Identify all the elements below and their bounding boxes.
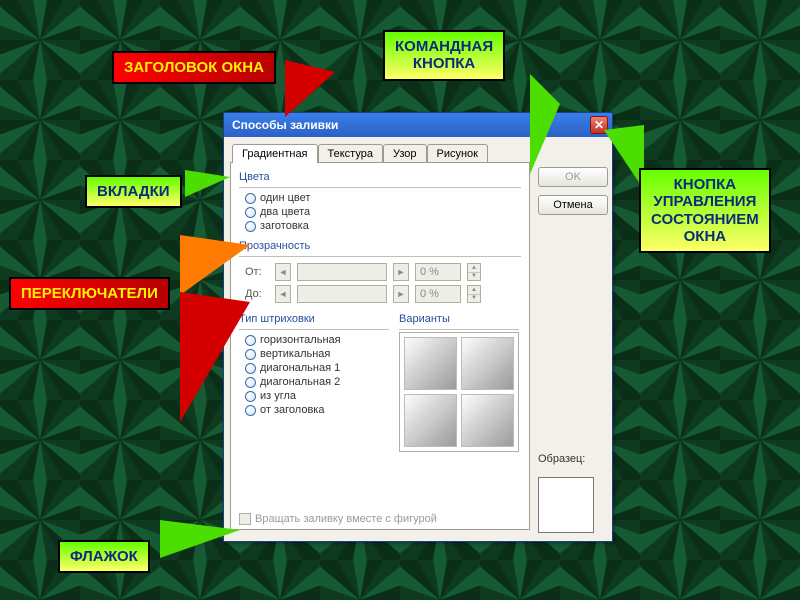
transparency-from-row: От: ◄ ► 0 % ▲▼	[245, 263, 521, 281]
radio-label: горизонтальная	[260, 334, 341, 346]
sample-label: Образец:	[538, 453, 608, 465]
group-hatching-title: Тип штриховки	[239, 313, 389, 325]
radio-diag2[interactable]: диагональная 2	[245, 376, 389, 388]
slider-right-button[interactable]: ►	[393, 285, 409, 303]
sample-preview	[538, 477, 594, 533]
radio-label: заготовка	[260, 220, 309, 232]
radio-one-color[interactable]: один цвет	[245, 192, 521, 204]
window-title: Способы заливки	[232, 118, 338, 132]
group-transparency-title: Прозрачность	[239, 240, 521, 252]
radio-icon	[245, 221, 256, 232]
transparency-to-row: До: ◄ ► 0 % ▲▼	[245, 285, 521, 303]
group-variants-title: Варианты	[399, 313, 519, 325]
callout-command-button: КОМАНДНАЯ КНОПКА	[383, 30, 505, 81]
spin-buttons[interactable]: ▲▼	[467, 263, 481, 281]
transparency-to-slider[interactable]	[297, 285, 387, 303]
radio-icon	[245, 193, 256, 204]
radio-label: два цвета	[260, 206, 310, 218]
group-colors-title: Цвета	[239, 171, 521, 183]
transparency-from-value[interactable]: 0 %	[415, 263, 461, 281]
tab-gradient[interactable]: Градиентная	[232, 144, 318, 163]
transparency-from-slider[interactable]	[297, 263, 387, 281]
arrow-radios-2	[180, 292, 250, 422]
callout-title: ЗАГОЛОВОК ОКНА	[112, 51, 276, 84]
callout-radios: ПЕРЕКЛЮЧАТЕЛИ	[9, 277, 170, 310]
rotate-checkbox-label: Вращать заливку вместе с фигурой	[255, 513, 437, 525]
callout-window-state: КНОПКА УПРАВЛЕНИЯ СОСТОЯНИЕМ ОКНА	[639, 168, 771, 253]
callout-tabs: ВКЛАДКИ	[85, 175, 182, 208]
slider-right-button[interactable]: ►	[393, 263, 409, 281]
radio-vertical[interactable]: вертикальная	[245, 348, 389, 360]
tab-pane: Цвета один цвет два цвета заготовка Проз…	[230, 162, 530, 530]
callout-checkbox: ФЛАЖОК	[58, 540, 150, 573]
dialog-window: Способы заливки ✕ Градиентная Текстура У…	[223, 112, 613, 542]
radio-horizontal[interactable]: горизонтальная	[245, 334, 389, 346]
arrow-title	[285, 60, 335, 117]
arrow-window-state	[604, 125, 644, 190]
tab-pattern[interactable]: Узор	[383, 144, 427, 163]
radio-label: вертикальная	[260, 348, 330, 360]
transparency-to-value[interactable]: 0 %	[415, 285, 461, 303]
radio-corner[interactable]: из угла	[245, 390, 389, 402]
variant-swatch[interactable]	[404, 337, 457, 390]
arrow-command-button	[530, 74, 560, 174]
arrow-radios-1	[180, 235, 250, 295]
radio-label: из угла	[260, 390, 296, 402]
tab-picture[interactable]: Рисунок	[427, 144, 489, 163]
radio-label: диагональная 2	[260, 376, 340, 388]
radio-diag1[interactable]: диагональная 1	[245, 362, 389, 374]
slider-left-button[interactable]: ◄	[275, 285, 291, 303]
variants-preview[interactable]	[399, 332, 519, 452]
rotate-checkbox[interactable]	[239, 513, 251, 525]
radio-icon	[245, 207, 256, 218]
spin-buttons[interactable]: ▲▼	[467, 285, 481, 303]
variant-swatch[interactable]	[404, 394, 457, 447]
close-icon: ✕	[594, 119, 604, 131]
slider-left-button[interactable]: ◄	[275, 263, 291, 281]
radio-preset[interactable]: заготовка	[245, 220, 521, 232]
radio-label: от заголовка	[260, 404, 324, 416]
tab-texture[interactable]: Текстура	[318, 144, 383, 163]
radio-from-title[interactable]: от заголовка	[245, 404, 389, 416]
arrow-tabs	[185, 170, 230, 197]
radio-label: один цвет	[260, 192, 310, 204]
variant-swatch[interactable]	[461, 394, 514, 447]
variant-swatch[interactable]	[461, 337, 514, 390]
radio-two-colors[interactable]: два цвета	[245, 206, 521, 218]
radio-label: диагональная 1	[260, 362, 340, 374]
arrow-checkbox	[160, 520, 240, 558]
cancel-button[interactable]: Отмена	[538, 195, 608, 215]
